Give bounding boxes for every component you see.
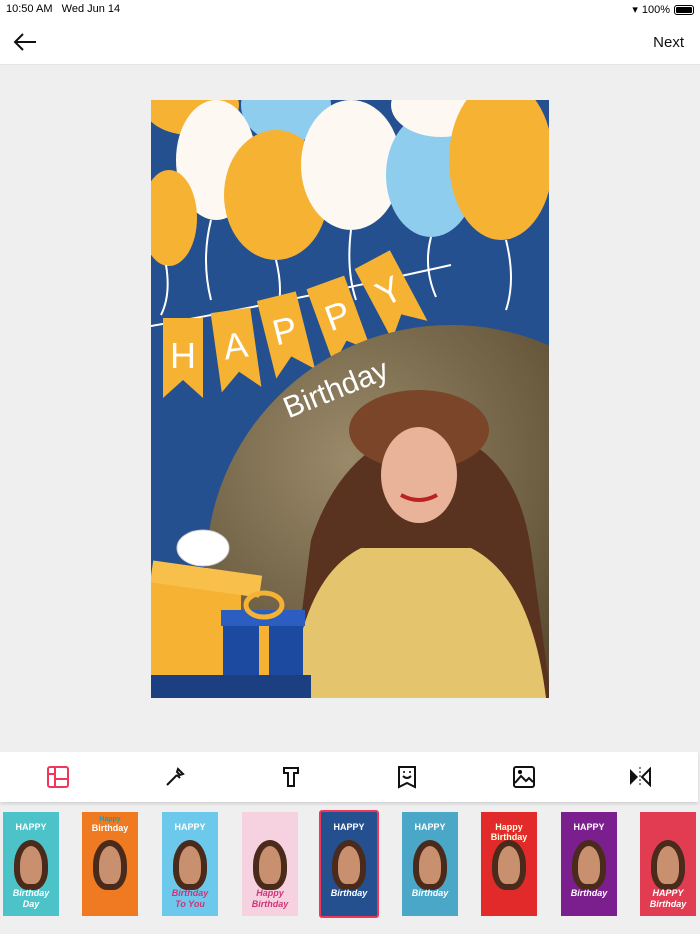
text-icon[interactable] (279, 765, 303, 789)
template-photo (173, 840, 207, 890)
template-title: HAPPY (15, 822, 47, 832)
template-thumbnail[interactable]: HAPPY Birthday Day (3, 812, 59, 916)
editor-toolbar (0, 752, 698, 802)
template-subtitle: Birthday (330, 888, 368, 898)
status-time-date: 10:50 AM Wed Jun 14 (6, 3, 120, 15)
next-button[interactable]: Next (653, 34, 684, 51)
template-title: HAPPY (573, 822, 605, 832)
template-subtitle: Birthday (570, 888, 608, 898)
birthday-card-canvas[interactable]: H A P P Y Birthday (151, 100, 549, 698)
status-bar: 10:50 AM Wed Jun 14 ▾ 100% (0, 0, 700, 20)
template-title: Birthday (91, 823, 129, 833)
template-extra: To You (175, 899, 205, 909)
template-extra: Birthday (251, 899, 289, 909)
sticker-icon[interactable] (395, 765, 419, 789)
flip-icon[interactable] (628, 765, 652, 789)
template-photo (651, 840, 685, 890)
template-photo (14, 840, 48, 890)
template-photo (572, 840, 606, 890)
template-thumbnail[interactable]: HAPPY Birthday (319, 810, 379, 918)
nav-bar: Next (0, 20, 700, 65)
template-thumbnail[interactable]: Happy Birthday (82, 812, 138, 916)
template-thumbnail[interactable]: Happy Birthday (242, 812, 298, 916)
banner-letter: H (170, 335, 196, 376)
image-icon[interactable] (512, 765, 536, 789)
battery-level: 100% (641, 3, 670, 16)
layout-icon[interactable] (46, 765, 70, 789)
template-extra: Birthday (649, 899, 687, 909)
template-thumbnail[interactable]: Happy Birthday (481, 812, 537, 916)
template-title: Happy Birthday (490, 822, 528, 842)
template-subtitle: Birthday (12, 888, 50, 898)
template-title: HAPPY (174, 822, 206, 832)
template-thumbnail[interactable]: HAPPY Birthday (561, 812, 617, 916)
template-thumbnail[interactable]: HAPPY Birthday To You (162, 812, 218, 916)
template-subtitle: HAPPY (652, 888, 684, 898)
template-subtitle: Birthday (411, 888, 449, 898)
color-picker-icon[interactable] (163, 765, 187, 789)
template-thumbnail[interactable]: HAPPY Birthday (640, 812, 696, 916)
template-photo (332, 840, 366, 890)
status-date: Wed Jun 14 (61, 3, 121, 15)
back-arrow-icon[interactable] (12, 30, 38, 54)
wifi-icon: ▾ (632, 4, 638, 16)
template-strip: HAPPY Birthday Day Happy Birthday HAPPY Birthd… (0, 810, 700, 920)
template-title: HAPPY (414, 822, 446, 832)
template-extra: Day (22, 899, 40, 909)
template-subtitle: Happy (256, 888, 284, 898)
template-photo (253, 840, 287, 890)
template-photo (492, 840, 526, 890)
template-subtitle: Birthday (171, 888, 209, 898)
template-title: HAPPY (333, 822, 365, 832)
status-time: 10:50 AM (6, 3, 53, 15)
template-thumbnail[interactable]: HAPPY Birthday (402, 812, 458, 916)
template-photo (93, 840, 127, 890)
battery-icon (674, 4, 694, 15)
template-photo (413, 840, 447, 890)
